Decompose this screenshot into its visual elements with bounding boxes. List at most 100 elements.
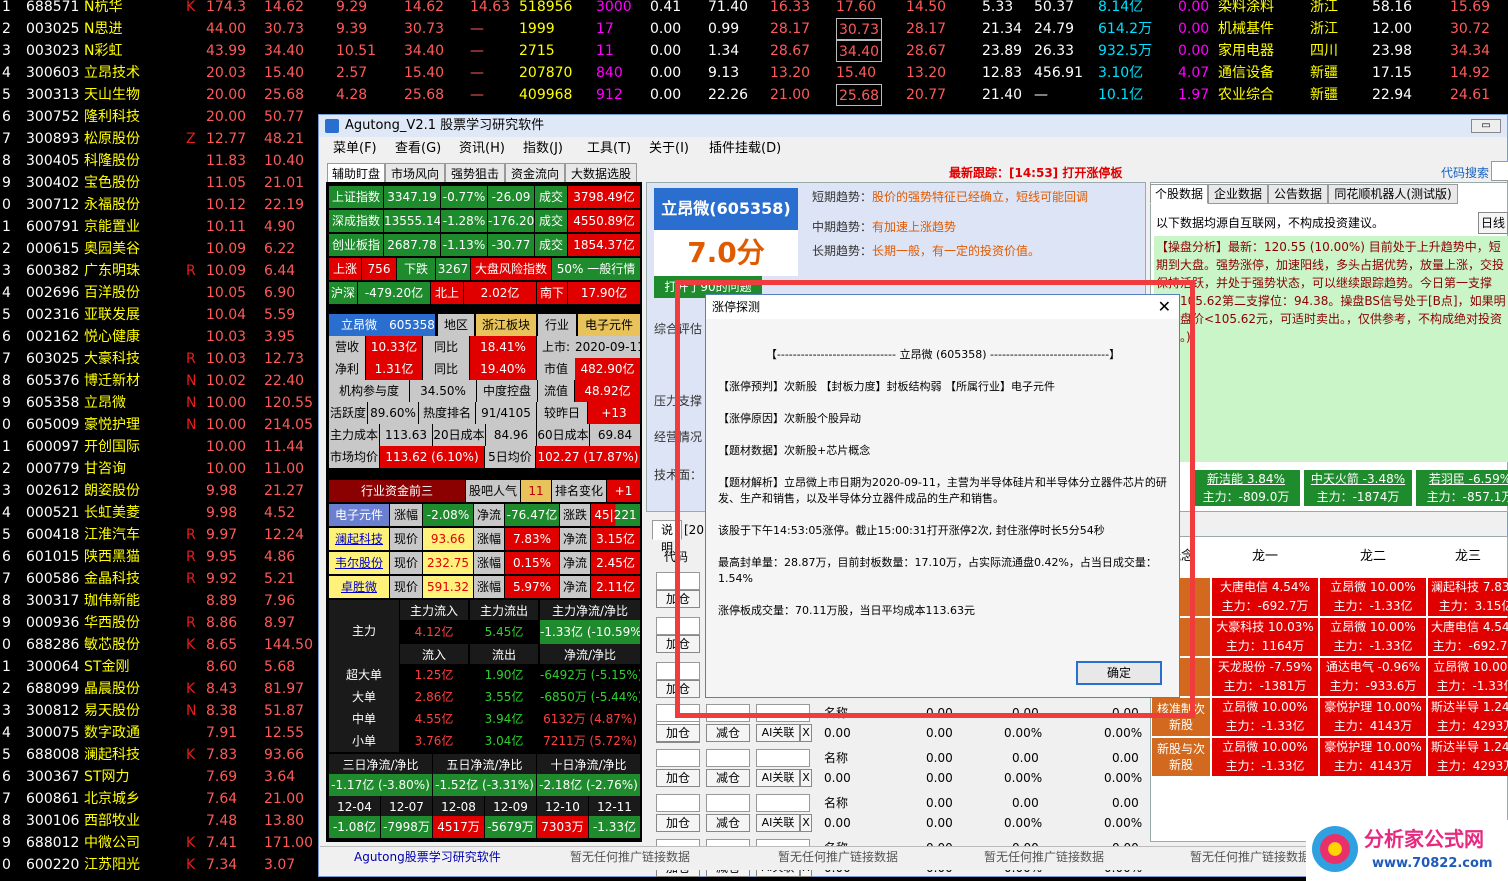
ai-link-button[interactable]: AI关联 — [756, 724, 800, 742]
remove-icon[interactable]: X — [800, 724, 812, 742]
add-position-button[interactable]: 加仓 — [656, 814, 700, 832]
left-tab[interactable]: 大数据选股 — [565, 163, 637, 183]
reduce-position-button[interactable]: 减仓 — [706, 769, 750, 787]
stock-list-row[interactable]: 3 003023 N彩虹 43.99 34.40 10.51 34.40 — 2715 11 0.0… — [0, 40, 1508, 62]
left-tab[interactable]: 市场风向 — [385, 163, 445, 183]
index-name[interactable]: 深成指数 — [329, 210, 383, 232]
qty-input[interactable] — [706, 749, 750, 767]
dragon-stock[interactable]: 斯达半导 1.24% — [1428, 738, 1508, 757]
price-input[interactable] — [756, 794, 810, 812]
menu-item[interactable]: 插件挂载(D) — [709, 137, 781, 161]
promo-link[interactable]: 暂无任何推广链接数据 — [778, 848, 898, 866]
dragon-stock[interactable]: 大豪科技 10.03% — [1212, 618, 1318, 637]
position-value: 0.00 — [824, 816, 851, 830]
promo-link[interactable]: 暂无任何推广链接数据 — [1190, 848, 1310, 866]
menu-item[interactable]: 指数(J) — [523, 137, 563, 161]
date-header: 12-11 — [589, 796, 640, 818]
stock-cell: 840 — [596, 65, 623, 81]
dragon-stock[interactable]: 通达电气 -0.96% — [1320, 658, 1426, 677]
index-name[interactable]: 创业板指 — [329, 234, 383, 256]
stock-cell: 12.77 — [206, 131, 247, 147]
row-index: 3 — [2, 703, 11, 719]
rank-value: +1 — [607, 480, 640, 502]
stock-cell: 000521 — [26, 505, 80, 521]
right-period-button[interactable]: 日线 — [1478, 212, 1508, 234]
reduce-position-button[interactable]: 减仓 — [706, 814, 750, 832]
stock-cell: R — [186, 263, 196, 279]
sector-stock[interactable]: 韦尔股份 — [329, 552, 389, 574]
ai-link-button[interactable]: AI关联 — [756, 814, 800, 832]
dragon-stock[interactable]: 澜起科技 7.83% — [1428, 578, 1508, 597]
dragon-stock[interactable]: 斯达半导 1.24% — [1428, 698, 1508, 717]
row-index: 8 — [2, 593, 11, 609]
up-count: 756 — [362, 258, 396, 280]
left-tab[interactable]: 强势狙击 — [445, 163, 505, 183]
stock-cell: 浙江 — [1310, 21, 1338, 37]
code-search-input[interactable] — [1491, 161, 1508, 181]
stock-cell: 新疆 — [1310, 87, 1338, 103]
index-name[interactable]: 上证指数 — [329, 186, 383, 208]
stock-list-row[interactable]: 5 300313 天山生物 20.00 25.68 4.28 25.68 — 409968 912… — [0, 84, 1508, 106]
left-tab[interactable]: 辅助盯盘 — [327, 163, 385, 183]
stock-cell: 染料涂料 — [1218, 0, 1274, 15]
hot-stock-name[interactable]: 若羽臣 -6.59% — [1416, 470, 1508, 488]
menu-item[interactable]: 工具(T) — [587, 137, 631, 161]
right-tab[interactable]: 个股数据 — [1150, 184, 1208, 204]
code-input[interactable] — [656, 749, 700, 767]
qty-input[interactable] — [706, 794, 750, 812]
sector-name[interactable]: 电子元件 — [329, 504, 389, 526]
right-tab[interactable]: 同花顺机器人(测试版) — [1328, 184, 1458, 204]
promo-link[interactable]: 暂无任何推广链接数据 — [570, 848, 690, 866]
menu-item[interactable]: 关于(I) — [649, 137, 689, 161]
stock-cell: K — [186, 857, 196, 873]
menu-item[interactable]: 资讯(H) — [459, 137, 505, 161]
hot-stock-name[interactable]: 中天火箭 -3.48% — [1304, 470, 1412, 488]
hot-stock-name[interactable]: 新洁能 3.84% — [1192, 470, 1300, 488]
stock-cell: 5.21 — [264, 571, 296, 587]
stock-list-row[interactable]: 1 688571 N杭华 K 174.3 14.62 9.29 14.62 14.63 51895… — [0, 0, 1508, 18]
left-tab[interactable]: 资金流向 — [505, 163, 565, 183]
index-change: -26.09 — [488, 186, 534, 208]
dragon-stock[interactable]: 豪悦护理 10.00% — [1320, 698, 1426, 717]
turnover-value: 4550.89亿 — [568, 210, 640, 232]
promo-link[interactable]: 暂无任何推广链接数据 — [984, 848, 1104, 866]
sector-stock[interactable]: 澜起科技 — [329, 528, 389, 550]
ai-link-button[interactable]: AI关联 — [756, 769, 800, 787]
trend-value: 股价的强势特征已经确立，短线可能回调 — [872, 190, 1089, 204]
dragon-stock[interactable]: 天龙股份 -7.59% — [1212, 658, 1318, 677]
trend-value: 有加速上涨趋势 — [872, 220, 957, 234]
stock-cell: 11.00 — [264, 461, 305, 477]
right-tab[interactable]: 公告数据 — [1268, 184, 1328, 204]
dragon-stock[interactable]: 立昂微 10.00% — [1212, 738, 1318, 757]
dragon-stock[interactable]: 立昂微 10.00% — [1212, 698, 1318, 717]
minimize-icon[interactable]: ▭ — [1471, 119, 1501, 133]
dragon-stock[interactable]: 立昂微 10.00% — [1320, 618, 1426, 637]
stock-cell: 悦心健康 — [84, 329, 140, 345]
menu-item[interactable]: 查看(G) — [395, 137, 441, 161]
market-avg-label: 市场均价 — [329, 446, 379, 468]
stock-cell: R — [186, 527, 196, 543]
reduce-position-button[interactable]: 减仓 — [706, 724, 750, 742]
remove-icon[interactable]: X — [800, 769, 812, 787]
stock-list-row[interactable]: 2 003025 N思进 44.00 30.73 9.39 30.73 — 1999 17 0.00… — [0, 18, 1508, 40]
position-value: 0.00% — [1004, 726, 1043, 740]
price-input[interactable] — [756, 749, 810, 767]
stock-cell: 23.89 — [982, 43, 1023, 59]
dragon-stock[interactable]: 大唐电信 4.54% — [1428, 618, 1508, 637]
right-tab[interactable]: 企业数据 — [1208, 184, 1268, 204]
dragon-stock[interactable]: 立昂微 10.00% — [1428, 658, 1508, 677]
add-position-button[interactable]: 加仓 — [656, 724, 700, 742]
menu-item[interactable]: 菜单(F) — [333, 137, 377, 161]
sector-stock[interactable]: 卓胜微 — [329, 576, 389, 598]
dragon-stock[interactable]: 豪悦护理 10.00% — [1320, 738, 1426, 757]
dragon-stock[interactable]: 立昂微 10.00% — [1320, 578, 1426, 597]
stock-cell: 6.90 — [264, 285, 296, 301]
remove-icon[interactable]: X — [800, 814, 812, 832]
code-input[interactable] — [656, 794, 700, 812]
add-position-button[interactable]: 加仓 — [656, 769, 700, 787]
stock-cell: 14.62 — [404, 0, 445, 15]
dragon-stock[interactable]: 大唐电信 4.54% — [1212, 578, 1318, 597]
code-search-link[interactable]: 代码搜索 — [1441, 163, 1489, 183]
concept-name[interactable]: 新股与次新股 — [1152, 738, 1210, 776]
stock-list-row[interactable]: 4 300603 立昂技术 20.03 15.40 2.57 15.40 — 207870 840… — [0, 62, 1508, 84]
